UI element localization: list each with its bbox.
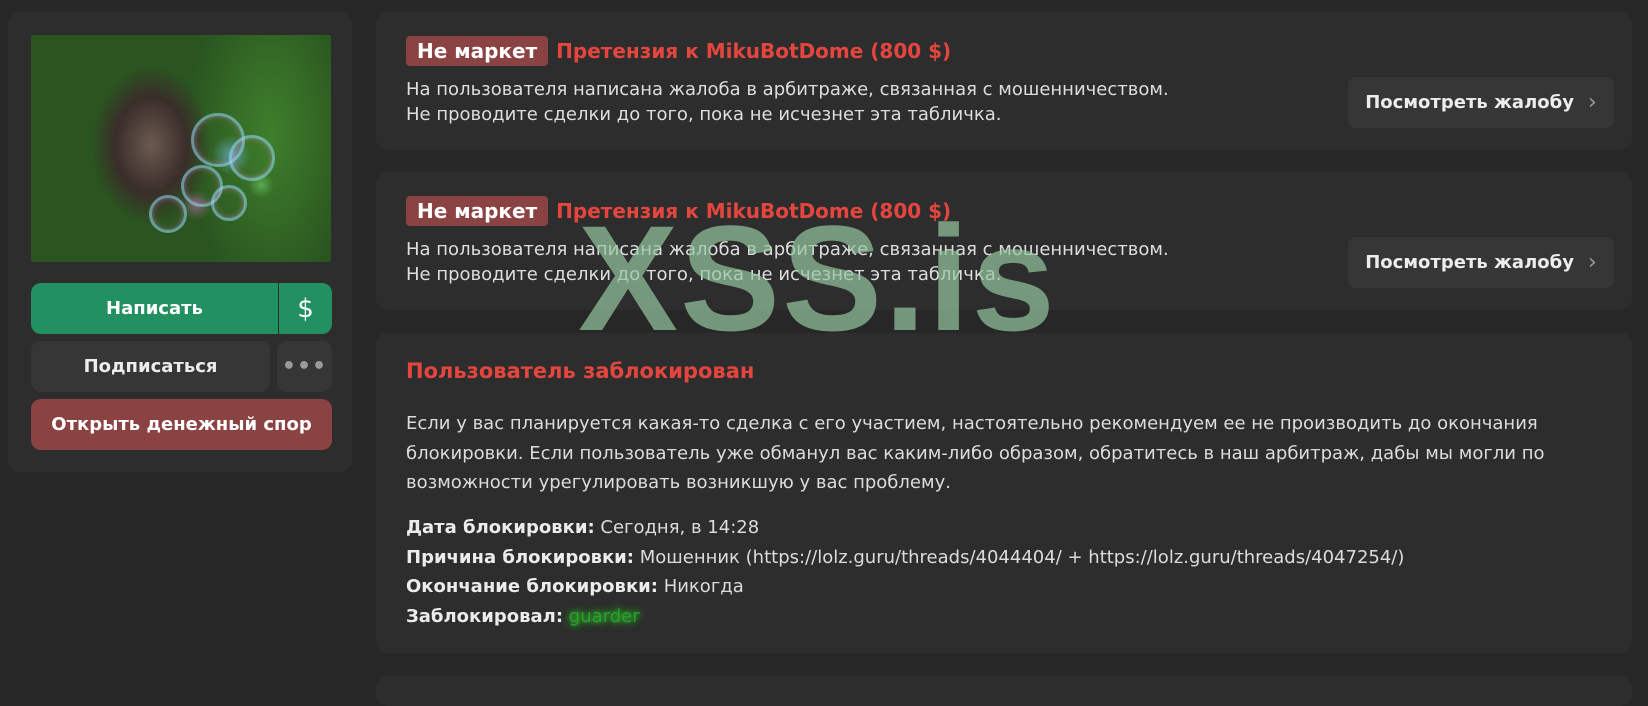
banned-by-username[interactable]: guarder xyxy=(569,606,640,627)
claim-title[interactable]: Претензия к MikuBotDome (800 $) xyxy=(556,198,951,224)
ban-date-value: Сегодня, в 14:28 xyxy=(600,517,760,538)
claim-title[interactable]: Претензия к MikuBotDome (800 $) xyxy=(556,38,951,64)
ban-end-value: Никогда xyxy=(663,576,744,597)
ban-reason-label: Причина блокировки: xyxy=(406,546,634,568)
ban-date-label: Дата блокировки: xyxy=(406,517,595,538)
claim-warning-line: Не проводите сделки до того, пока не исч… xyxy=(406,264,1002,285)
ban-end-label: Окончание блокировки: xyxy=(406,576,658,597)
claim-warning-line: На пользователя написана жалоба в арбитр… xyxy=(406,239,1169,260)
subscribe-button[interactable]: Подписаться xyxy=(31,341,270,392)
view-complaint-button[interactable]: Посмотреть жалобу › xyxy=(1348,77,1614,128)
dollar-icon[interactable]: $ xyxy=(279,283,332,334)
next-card xyxy=(376,676,1632,706)
user-banned-card: Пользователь заблокирован Если у вас пла… xyxy=(376,333,1632,653)
claim-warning-line: На пользователя написана жалоба в арбитр… xyxy=(406,79,1169,100)
view-complaint-button[interactable]: Посмотреть жалобу › xyxy=(1348,237,1614,288)
claim-warning-card: Не маркет Претензия к MikuBotDome (800 $… xyxy=(376,12,1632,150)
ban-title: Пользователь заблокирован xyxy=(406,359,755,383)
ban-date-row: Дата блокировки: Сегодня, в 14:28 xyxy=(406,513,1404,543)
not-market-badge: Не маркет xyxy=(406,196,549,226)
avatar-bubble xyxy=(211,185,247,221)
ban-details: Дата блокировки: Сегодня, в 14:28 Причин… xyxy=(406,513,1404,631)
more-options-icon[interactable]: ••• xyxy=(277,341,332,392)
avatar-bubble xyxy=(229,135,275,181)
claim-warning-line: Не проводите сделки до того, пока не исч… xyxy=(406,104,1002,125)
ban-reason-row: Причина блокировки: Мошенник (https://lo… xyxy=(406,543,1404,573)
profile-card: Написать $ Подписаться ••• Открыть денеж… xyxy=(8,12,352,472)
claim-warning-text: На пользователя написана жалоба в арбитр… xyxy=(406,77,1169,127)
banned-by-row: Заблокировал: guarder xyxy=(406,602,1404,632)
ban-description: Если у вас планируется какая-то сделка с… xyxy=(406,409,1606,498)
ban-reason-value: Мошенник (https://lolz.guru/threads/4044… xyxy=(639,546,1405,568)
chevron-right-icon: › xyxy=(1587,250,1597,275)
open-dispute-button[interactable]: Открыть денежный спор xyxy=(31,399,332,450)
claim-title-line: Не маркет Претензия к MikuBotDome (800 $… xyxy=(406,36,951,66)
claim-title-line: Не маркет Претензия к MikuBotDome (800 $… xyxy=(406,196,951,226)
avatar-bubble xyxy=(149,195,187,233)
not-market-badge: Не маркет xyxy=(406,36,549,66)
banned-by-label: Заблокировал: xyxy=(406,605,564,627)
avatar[interactable] xyxy=(31,35,331,262)
ban-description-line: блокировки. Если пользователь уже обману… xyxy=(406,442,1545,464)
chevron-right-icon: › xyxy=(1587,90,1597,115)
ban-description-line: возможности урегулировать возникшую у ва… xyxy=(406,472,951,493)
view-complaint-label: Посмотреть жалобу xyxy=(1365,252,1574,273)
claim-warning-card: Не маркет Претензия к MikuBotDome (800 $… xyxy=(376,172,1632,310)
ban-end-row: Окончание блокировки: Никогда xyxy=(406,572,1404,602)
write-message-button[interactable]: Написать xyxy=(31,283,278,334)
view-complaint-label: Посмотреть жалобу xyxy=(1365,92,1574,113)
claim-warning-text: На пользователя написана жалоба в арбитр… xyxy=(406,237,1169,287)
ban-description-line: Если у вас планируется какая-то сделка с… xyxy=(406,413,1538,434)
